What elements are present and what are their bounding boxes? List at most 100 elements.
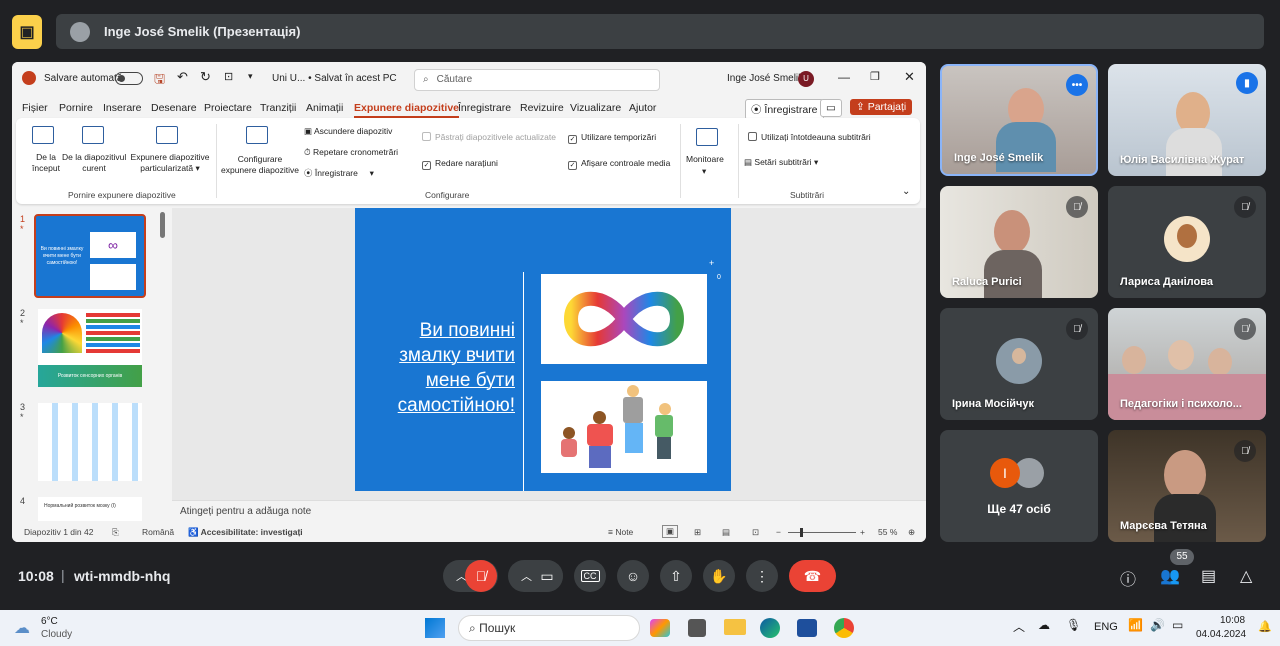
tab-view[interactable]: Vizualizare — [570, 102, 621, 114]
play-narrations-checkbox[interactable]: ✓ Redare narațiuni — [422, 158, 498, 170]
close-icon[interactable]: ✕ — [904, 69, 915, 85]
tab-home[interactable]: Pornire — [59, 102, 93, 114]
media-controls-checkbox[interactable]: ✓ Afișare controale media — [568, 158, 670, 170]
reading-view-icon[interactable]: ▤ — [722, 527, 730, 538]
redo-icon[interactable]: ↻ — [200, 69, 211, 85]
restore-icon[interactable]: ❐ — [870, 70, 880, 83]
search-input[interactable]: ⌕ Căutare — [414, 69, 660, 91]
taskbar-date[interactable]: 04.04.2024 — [1196, 629, 1246, 640]
cloud-sync-icon[interactable]: ☁ — [1038, 618, 1050, 632]
mic-toggle-button[interactable]: 🎙̸ — [465, 560, 497, 592]
keep-updated-checkbox[interactable]: Păstrați diapozitivele actualizate — [422, 132, 556, 142]
tab-slideshow[interactable]: Expunere diapozitive — [354, 102, 460, 118]
copilot-icon[interactable] — [650, 619, 670, 637]
spellcheck-icon[interactable]: ⎘ — [112, 527, 119, 538]
zoom-in-icon[interactable]: + — [860, 527, 865, 537]
status-language[interactable]: Română — [142, 527, 174, 537]
custom-show-icon[interactable] — [156, 126, 178, 144]
tab-record[interactable]: Înregistrare — [458, 102, 511, 114]
from-start-icon[interactable] — [32, 126, 54, 144]
participant-tile-5[interactable]: 🎙̸ Ірина Мосійчук — [940, 308, 1098, 420]
reactions-button[interactable]: ☺ — [617, 560, 649, 592]
participant-tile-2[interactable]: ▮ Юлія Василівна Журат — [1108, 64, 1266, 176]
custom-show-button[interactable]: Expunere diapozitive particularizată ▾ — [130, 152, 210, 174]
record-button[interactable]: ⦿ Înregistrare — [745, 99, 824, 120]
save-icon[interactable]: 🖫 — [154, 70, 165, 92]
more-options-button[interactable]: ⋮ — [746, 560, 778, 592]
leave-call-button[interactable]: ☎ — [789, 560, 836, 592]
user-name[interactable]: Inge José Smelik — [727, 73, 803, 84]
wifi-icon[interactable]: 📶 — [1128, 618, 1143, 632]
edge-icon[interactable] — [760, 618, 780, 638]
volume-icon[interactable]: 🔊 — [1150, 618, 1165, 632]
notifications-icon[interactable]: 🔔 — [1258, 620, 1272, 633]
setup-show-button[interactable]: Configurare expunere diapozitive — [220, 154, 300, 176]
fit-to-window-icon[interactable]: ⊕ — [908, 527, 915, 538]
tab-help[interactable]: Ajutor — [629, 102, 656, 114]
weather-desc[interactable]: Cloudy — [41, 629, 72, 640]
tab-review[interactable]: Revizuire — [520, 102, 564, 114]
participant-tile-1[interactable]: ••• Inge José Smelik — [940, 64, 1098, 176]
from-current-icon[interactable] — [82, 126, 104, 144]
zoom-out-icon[interactable]: − — [776, 527, 781, 537]
battery-icon[interactable]: ▭ — [1172, 618, 1183, 632]
from-current-button[interactable]: De la diapozitivul curent — [62, 152, 126, 174]
thumbnail-slide-3[interactable] — [38, 403, 142, 481]
raise-hand-button[interactable]: ✋ — [703, 560, 735, 592]
captions-button[interactable]: CC — [574, 560, 606, 592]
file-explorer-icon[interactable] — [724, 619, 746, 635]
chat-icon[interactable]: ▤ — [1201, 566, 1216, 586]
participant-tile-4[interactable]: 🎙̸ Лариса Данілова — [1108, 186, 1266, 298]
more-people-tile[interactable]: I Ще 47 осіб — [940, 430, 1098, 542]
notes-pane[interactable]: Atingeți pentru a adăuga note — [172, 500, 926, 522]
taskbar-search[interactable]: ⌕ Пошук — [458, 615, 640, 641]
info-icon[interactable]: ⓘ — [1120, 566, 1136, 590]
minimize-icon[interactable]: — — [838, 70, 850, 84]
notes-button[interactable]: ≡ Note — [608, 527, 633, 537]
monitor-icon[interactable] — [696, 128, 718, 146]
thumbnail-slide-4[interactable]: Нормальний розвиток мозку (I) — [38, 497, 142, 521]
setup-show-icon[interactable] — [246, 126, 268, 144]
people-icon[interactable]: 👥 — [1160, 566, 1180, 586]
slide-sorter-icon[interactable]: ⊞ — [694, 527, 701, 538]
use-timings-checkbox[interactable]: ✓ Utilizare temporizări — [568, 132, 656, 144]
monitors-button[interactable]: Monitoare — [686, 154, 724, 164]
record-dropdown[interactable]: ⦿ Înregistrare ▾ — [304, 167, 374, 179]
zoom-level[interactable]: 55 % — [878, 527, 897, 537]
weather-temp[interactable]: 6°C — [41, 616, 58, 627]
tab-draw[interactable]: Desenare — [151, 102, 197, 114]
accessibility-status[interactable]: ♿ Accesibilitate: investigați — [188, 527, 303, 538]
chrome-icon[interactable] — [834, 618, 854, 638]
zoom-slider-thumb[interactable] — [800, 528, 803, 537]
from-start-button[interactable]: De la început — [32, 152, 60, 174]
stop-presenting-icon[interactable]: ▣ — [12, 15, 42, 49]
store-icon[interactable] — [797, 619, 817, 637]
participant-tile-3[interactable]: 🎙̸ Raluca Purici — [940, 186, 1098, 298]
autosave-toggle[interactable] — [115, 72, 143, 85]
tab-design[interactable]: Proiectare — [204, 102, 252, 114]
file-name[interactable]: Uni U... • Salvat în acest PC — [272, 73, 397, 84]
hide-slide-button[interactable]: ▣ Ascundere diapozitiv — [304, 126, 392, 137]
participant-tile-7[interactable]: 🎙̸ Марєєва Тетяна — [1108, 430, 1266, 542]
rehearse-button[interactable]: ⏱ Repetare cronometrări — [304, 147, 398, 158]
camera-toggle-button[interactable]: ▭ — [531, 560, 563, 592]
participant-tile-6[interactable]: 🎙̸ Педагогіки і психоло... — [1108, 308, 1266, 420]
activities-icon[interactable]: △ — [1240, 566, 1252, 586]
thumbnail-slide-2[interactable]: Розвиток сенсорних органів — [38, 309, 142, 387]
current-slide[interactable]: Ви повинні змалку вчити мене бути самост… — [355, 208, 731, 491]
tab-transitions[interactable]: Tranziții — [260, 102, 296, 114]
taskbar-clock[interactable]: 10:08 — [1220, 615, 1245, 626]
zoom-slider[interactable] — [788, 532, 856, 533]
slideshow-view-icon[interactable]: ⊡ — [752, 527, 759, 538]
monitors-chevron-icon[interactable]: ▾ — [702, 166, 706, 177]
windows-start-icon[interactable] — [425, 618, 445, 638]
show-hidden-icons-icon[interactable]: ︿ — [1013, 618, 1025, 635]
input-language[interactable]: ENG — [1094, 621, 1118, 633]
thumbnail-slide-1[interactable]: Ви повинні змалку вчити мене бути самост… — [34, 214, 146, 298]
share-button[interactable]: ⇪ Partajați — [850, 99, 913, 115]
task-view-icon[interactable] — [688, 619, 706, 637]
thumbnails-scrollbar[interactable] — [160, 212, 165, 238]
always-subtitles-checkbox[interactable]: Utilizați întotdeauna subtitrări — [748, 132, 871, 142]
microphone-icon[interactable]: 🎙 — [1066, 618, 1081, 632]
present-icon[interactable]: ⊡ — [224, 70, 233, 83]
